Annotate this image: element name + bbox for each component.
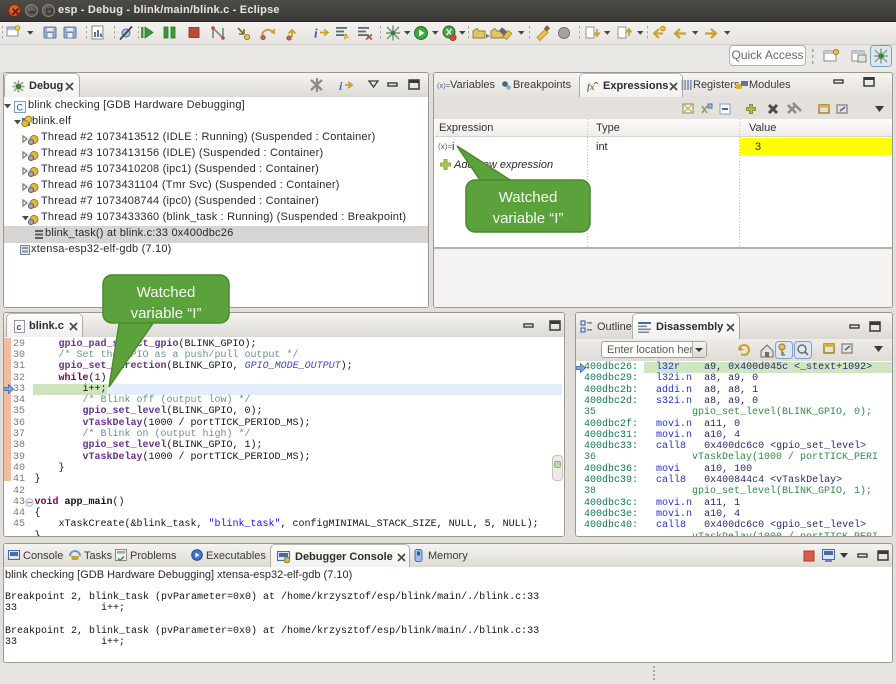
svg-text:C: C	[17, 103, 24, 113]
svg-text:i: i	[339, 79, 343, 92]
svg-text:(x)=: (x)=	[437, 81, 450, 90]
svg-text:c: c	[17, 322, 22, 332]
svg-text:i: i	[314, 26, 318, 41]
svg-text:(x)=: (x)=	[438, 142, 452, 151]
